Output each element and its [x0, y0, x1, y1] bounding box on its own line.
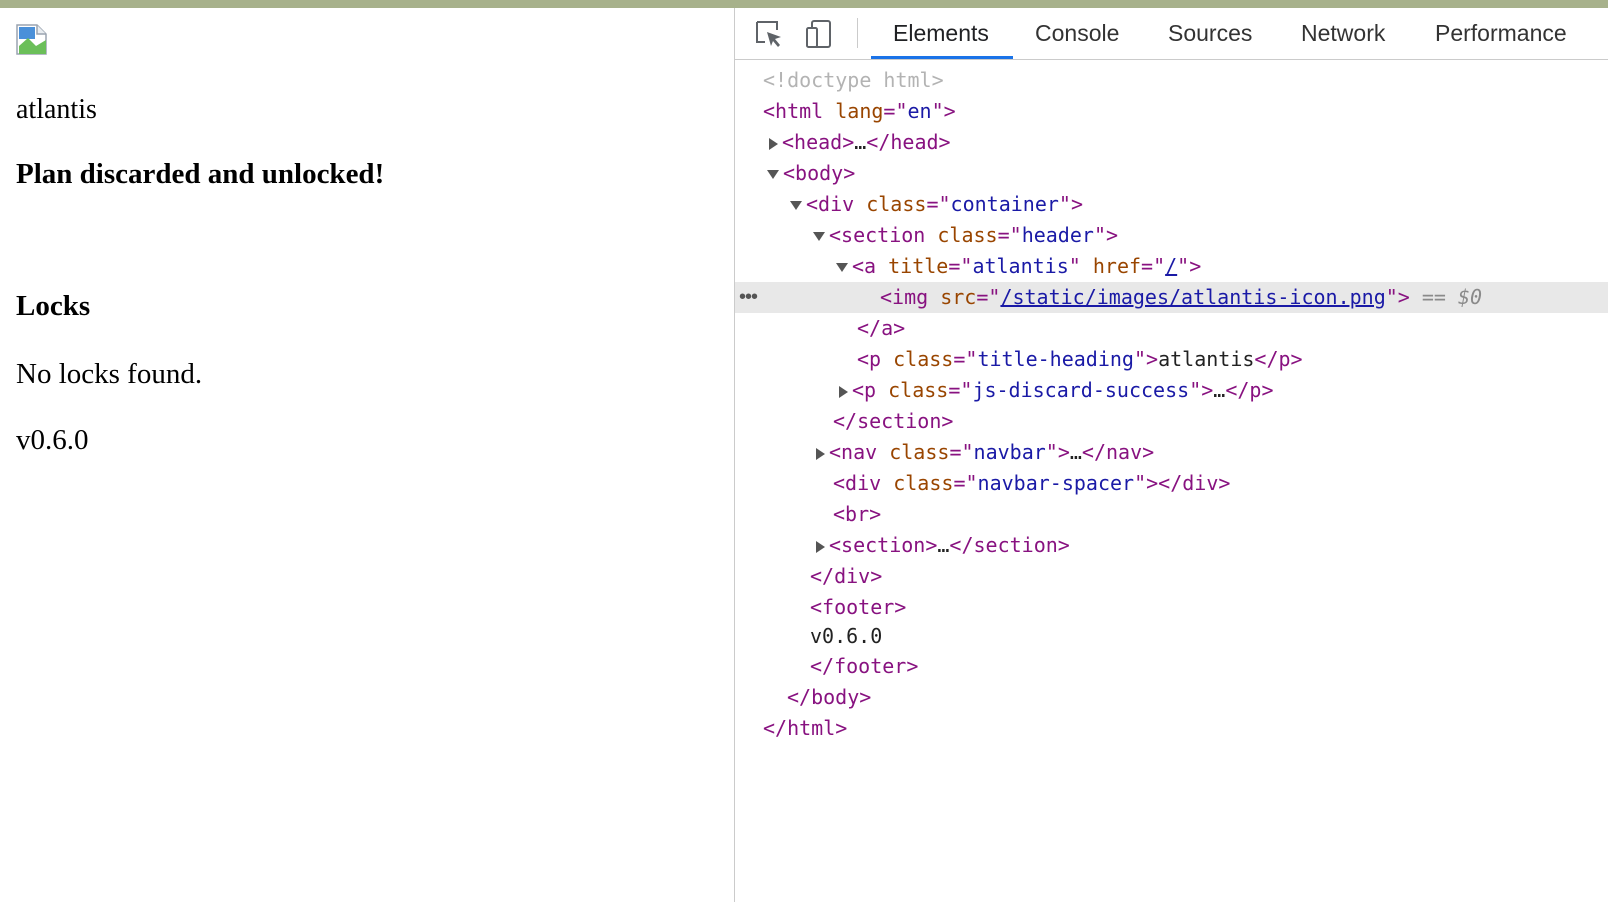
tab-network[interactable]: Network	[1301, 8, 1385, 59]
dom-body-close[interactable]: </body>	[735, 682, 1608, 713]
tab-elements[interactable]: Elements	[893, 8, 989, 59]
dom-html-close[interactable]: </html>	[735, 713, 1608, 744]
dom-br[interactable]: <br>	[735, 499, 1608, 530]
dom-p-title-heading[interactable]: <p class="title-heading">atlantis</p>	[735, 344, 1608, 375]
dom-head-collapsed[interactable]: <head>…</head>	[735, 127, 1608, 158]
expand-triangle-icon[interactable]	[769, 137, 778, 150]
locks-empty-message: No locks found.	[16, 358, 203, 390]
expand-triangle-icon[interactable]	[816, 447, 825, 460]
dom-section-collapsed[interactable]: <section>…</section>	[735, 530, 1608, 561]
collapse-triangle-icon[interactable]	[767, 170, 779, 179]
footer-version: v0.6.0	[16, 424, 89, 456]
collapse-triangle-icon[interactable]	[790, 201, 802, 210]
dom-a-close[interactable]: </a>	[735, 313, 1608, 344]
locks-heading: Locks	[16, 290, 91, 322]
collapse-triangle-icon[interactable]	[813, 232, 825, 241]
device-toolbar-icon[interactable]	[803, 18, 835, 50]
expand-triangle-icon[interactable]	[839, 385, 848, 398]
tab-performance[interactable]: Performance	[1435, 8, 1567, 59]
devtools-toolbar: Elements Console Sources Network Perform…	[735, 8, 1608, 60]
dom-div-close[interactable]: </div>	[735, 561, 1608, 592]
tab-console[interactable]: Console	[1035, 8, 1119, 59]
dom-footer-close[interactable]: </footer>	[735, 651, 1608, 682]
discard-success-message: Plan discarded and unlocked!	[16, 158, 385, 190]
browser-top-bar	[0, 0, 1608, 8]
dom-footer-text[interactable]: v0.6.0	[735, 621, 1608, 652]
page-viewport: atlantis Plan discarded and unlocked! Lo…	[0, 8, 735, 902]
dom-section-close[interactable]: </section>	[735, 406, 1608, 437]
dom-body-open[interactable]: <body>	[735, 158, 1608, 189]
toolbar-separator	[857, 18, 858, 48]
dom-div-navbar-spacer[interactable]: <div class="navbar-spacer"></div>	[735, 468, 1608, 499]
dom-img-selected[interactable]: ••• <img src="/static/images/atlantis-ico…	[735, 282, 1608, 313]
dom-doctype[interactable]: <!doctype html>	[735, 65, 1608, 96]
inspect-element-icon[interactable]	[753, 18, 785, 50]
devtools-panel: Elements Console Sources Network Perform…	[734, 8, 1608, 902]
dom-p-discard-success[interactable]: <p class="js-discard-success">…</p>	[735, 375, 1608, 406]
collapse-triangle-icon[interactable]	[836, 263, 848, 272]
broken-image-icon[interactable]	[16, 24, 47, 55]
tab-sources[interactable]: Sources	[1168, 8, 1252, 59]
dom-a-link[interactable]: <a title="atlantis" href="/">	[735, 251, 1608, 282]
expand-triangle-icon[interactable]	[816, 540, 825, 553]
page-title: atlantis	[16, 94, 97, 125]
dom-section-header[interactable]: <section class="header">	[735, 220, 1608, 251]
dom-nav-navbar[interactable]: <nav class="navbar">…</nav>	[735, 437, 1608, 468]
dom-div-container[interactable]: <div class="container">	[735, 189, 1608, 220]
dom-footer-open[interactable]: <footer>	[735, 592, 1608, 623]
dom-html-open[interactable]: <html lang="en">	[735, 96, 1608, 127]
more-options-icon[interactable]: •••	[739, 282, 758, 313]
active-tab-indicator	[871, 56, 1013, 59]
